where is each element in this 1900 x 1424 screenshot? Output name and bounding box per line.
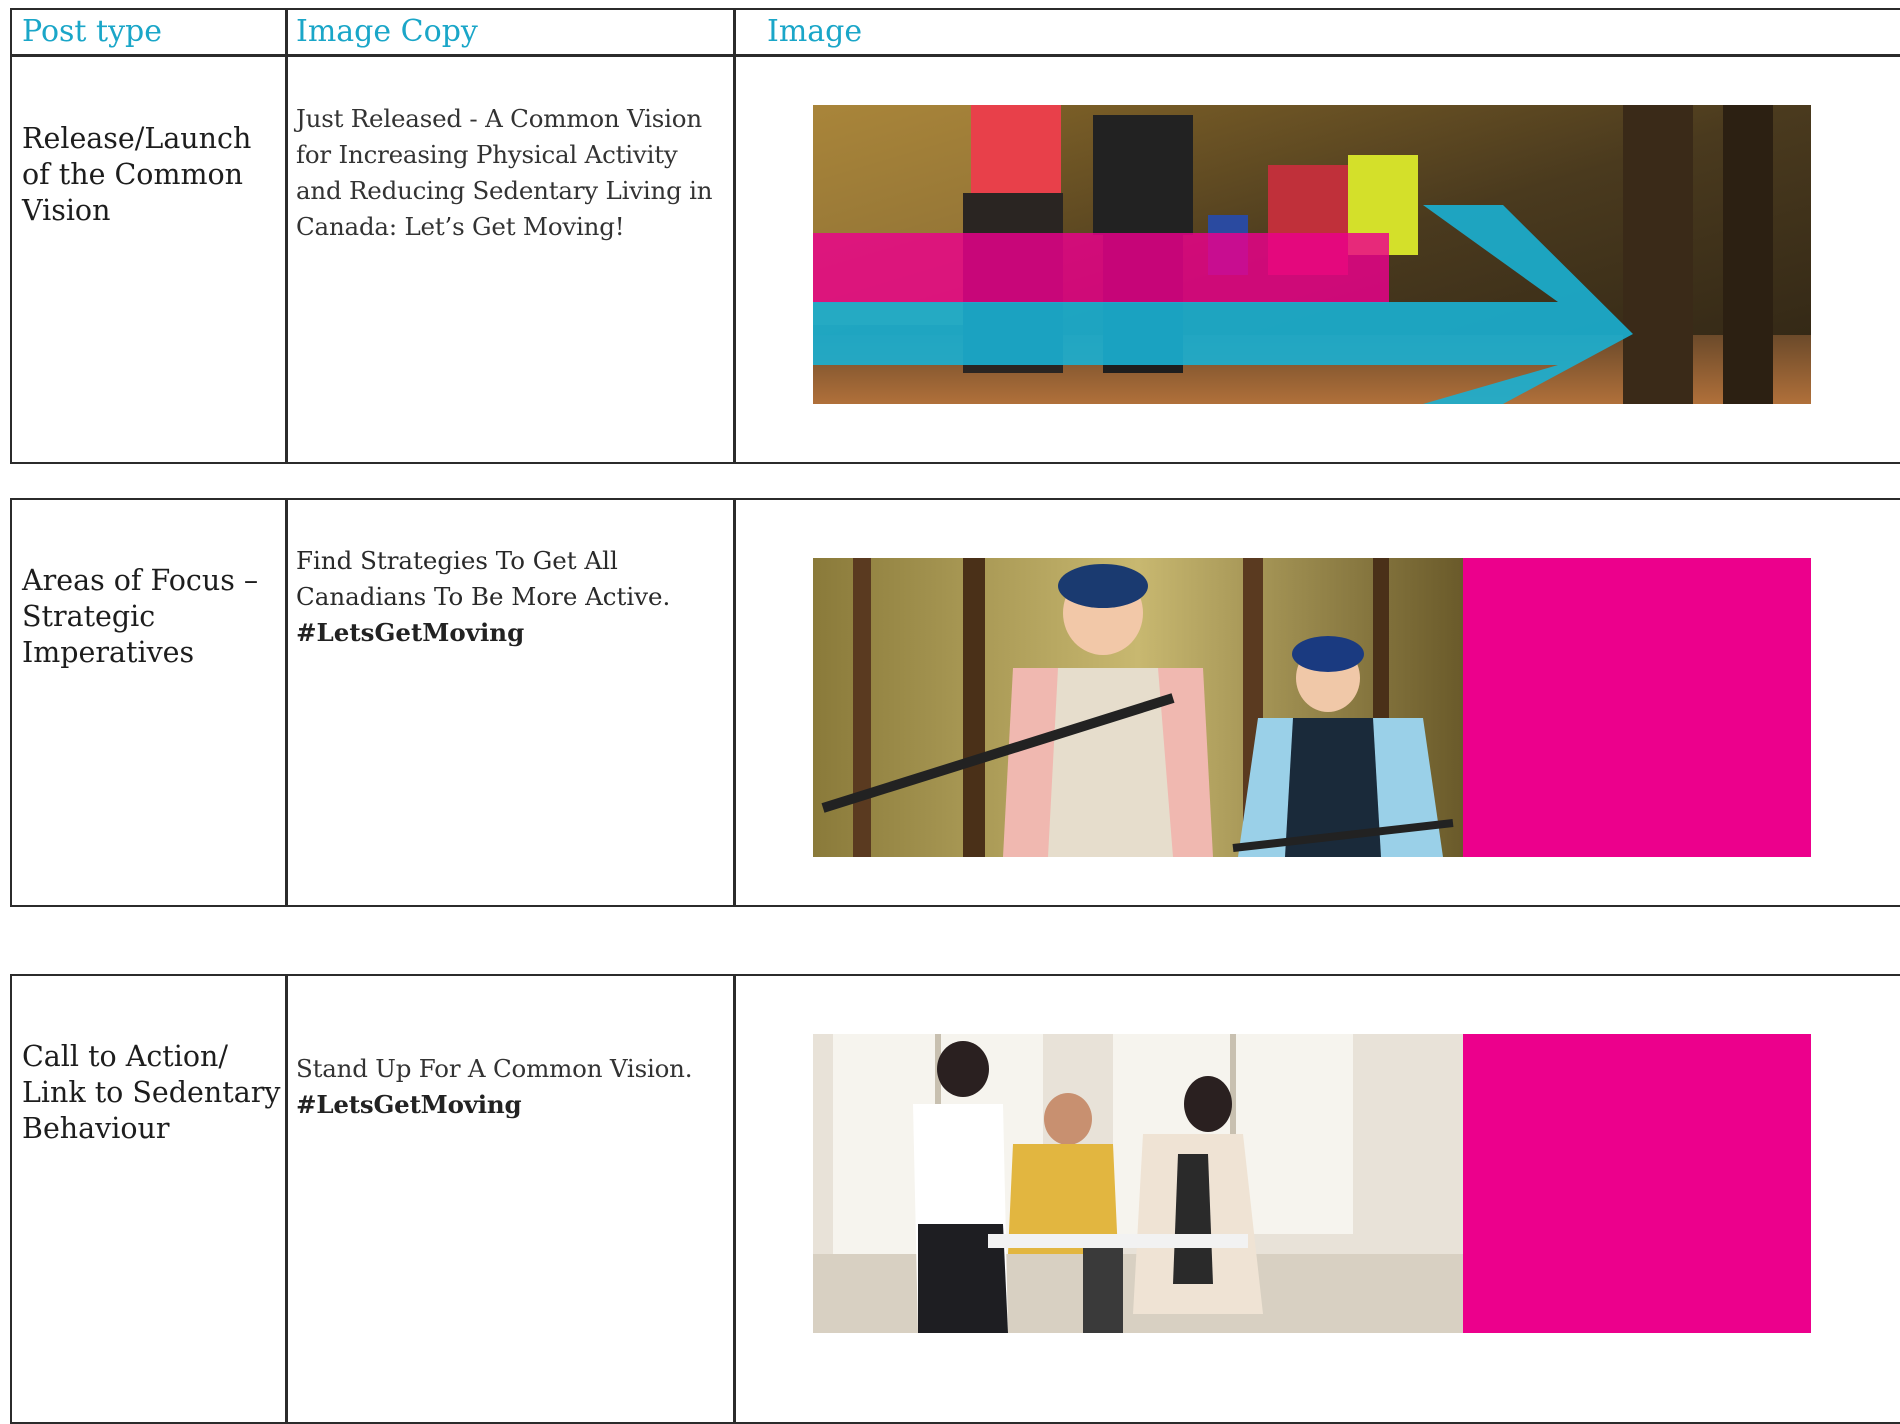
header-image: Image (767, 14, 863, 49)
row-2-cyclists-image (813, 558, 1811, 857)
row-2-copy-line-2: Canadians To Be More Active. (296, 582, 671, 611)
row-2-hashtag: #LetsGetMoving (296, 618, 525, 647)
row-2-copy-line-1: Find Strategies To Get All (296, 546, 618, 575)
row-1-copy-line-1: Just Released - A Common Vision (296, 104, 702, 133)
row-1-hikers-image (813, 105, 1811, 404)
row-2-image-copy: Find Strategies To Get All Canadians To … (296, 543, 736, 651)
post-table-3: Call to Action/ Link to Sedentary Behavi… (10, 974, 1900, 1424)
post-table-1: Post type Image Copy Image Release/Launc… (10, 8, 1900, 464)
row-1-copy-line-3: and Reducing Sedentary Living in (296, 176, 713, 205)
header-post-type: Post type (22, 14, 162, 49)
row-3-copy-line-1: Stand Up For A Common Vision. (296, 1054, 693, 1083)
row-2-post-type: Areas of Focus – Strategic Imperatives (22, 564, 259, 669)
row-3-image-copy: Stand Up For A Common Vision. #LetsGetMo… (296, 1051, 736, 1123)
row-3-post-type: Call to Action/ Link to Sedentary Behavi… (22, 1040, 281, 1145)
row-3-office-image (813, 1034, 1811, 1333)
post-table-2: Areas of Focus – Strategic Imperatives F… (10, 498, 1900, 907)
row-1-post-type: Release/Launch of the Common Vision (22, 122, 252, 227)
row-1-image-copy: Just Released - A Common Vision for Incr… (296, 101, 736, 245)
row-3-hashtag: #LetsGetMoving (296, 1090, 522, 1119)
row-1-copy-line-2: for Increasing Physical Activity (296, 140, 678, 169)
header-image-copy: Image Copy (296, 14, 478, 49)
row-1-copy-line-4: Canada: Let’s Get Moving! (296, 212, 625, 241)
